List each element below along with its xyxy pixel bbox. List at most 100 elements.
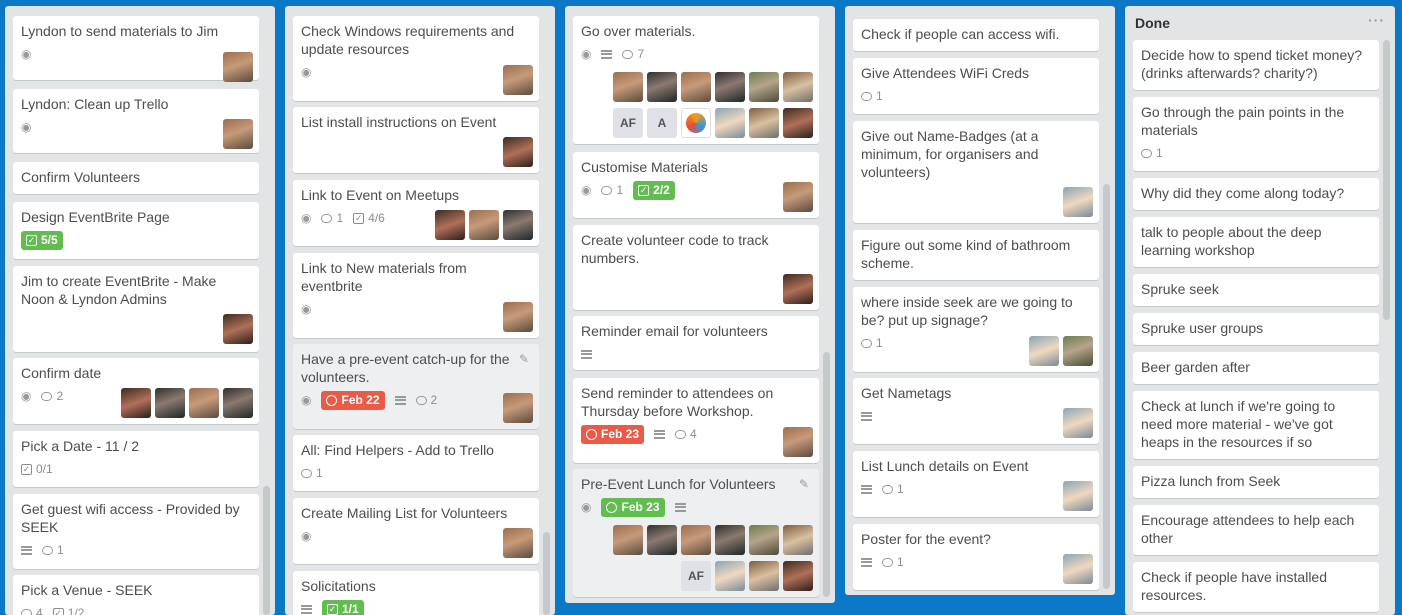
avatar[interactable] [681,72,711,102]
list-menu-icon[interactable]: ··· [1368,12,1385,28]
card-l5-c5[interactable]: Spruke seek [1133,274,1379,306]
avatar[interactable] [121,388,151,418]
avatar[interactable] [715,525,745,555]
card-l4-c5[interactable]: where inside seek are we going to be? pu… [853,287,1099,372]
card-l1-c8[interactable]: Get guest wifi access - Provided by SEEK… [13,494,259,569]
avatar[interactable] [503,137,533,167]
avatar[interactable] [435,210,465,240]
card-l5-c6[interactable]: Spruke user groups [1133,313,1379,345]
card-l5-c3[interactable]: Why did they come along today? [1133,178,1379,210]
card-l5-c9[interactable]: Pizza lunch from Seek [1133,466,1379,498]
card-l1-c9[interactable]: Pick a Venue - SEEK 4 ✓ 1/2 [13,575,259,615]
avatar[interactable] [189,388,219,418]
avatar[interactable] [503,65,533,95]
card-l2-c2[interactable]: List install instructions on Event [293,107,539,173]
edit-pencil-icon[interactable]: ✎ [799,477,809,491]
card-l2-c1[interactable]: Check Windows requirements and update re… [293,16,539,101]
card-l4-c4[interactable]: Figure out some kind of bathroom scheme. [853,230,1099,280]
card-l5-c10[interactable]: Encourage attendees to help each other [1133,505,1379,555]
avatar[interactable] [503,302,533,332]
avatar[interactable] [1063,336,1093,366]
avatar[interactable] [1063,408,1093,438]
card-l3-c4[interactable]: Reminder email for volunteers [573,316,819,370]
avatar[interactable] [223,388,253,418]
card-l4-c8[interactable]: Poster for the event? 1 [853,524,1099,590]
card-l2-c6[interactable]: All: Find Helpers - Add to Trello 1 [293,435,539,491]
card-l5-c11[interactable]: Check if people have installed resources… [1133,562,1379,612]
avatar[interactable] [469,210,499,240]
card-l5-c7[interactable]: Beer garden after [1133,352,1379,384]
avatar[interactable] [715,108,745,138]
avatar[interactable] [783,427,813,457]
avatar[interactable] [503,528,533,558]
card-l3-c1[interactable]: Go over materials. ◉ 7 AF A [573,16,819,144]
list-scrollbar[interactable] [263,486,270,615]
avatar[interactable] [783,108,813,138]
avatar[interactable] [749,525,779,555]
card-l4-c1[interactable]: Check if people can access wifi. [853,19,1099,51]
card-l5-c1[interactable]: Decide how to spend ticket money? (drink… [1133,40,1379,90]
card-l3-c6[interactable]: Pre-Event Lunch for Volunteers ✎ ◉ Feb 2… [573,469,819,597]
avatar[interactable] [647,72,677,102]
avatar[interactable] [223,314,253,344]
avatar-logo[interactable] [681,108,711,138]
card-l1-c2[interactable]: Lyndon: Clean up Trello ◉ [13,89,259,153]
avatar[interactable] [783,561,813,591]
avatar[interactable] [1063,481,1093,511]
card-l5-c8[interactable]: Check at lunch if we're going to need mo… [1133,391,1379,459]
avatar[interactable] [1063,187,1093,217]
card-l2-c3[interactable]: Link to Event on Meetups ◉ 1 ✓ 4/6 [293,180,539,246]
avatar[interactable] [749,108,779,138]
avatar[interactable] [1063,554,1093,584]
card-l3-c3[interactable]: Create volunteer code to track numbers. [573,225,819,310]
avatar[interactable] [749,72,779,102]
avatar[interactable] [223,119,253,149]
avatar[interactable] [503,393,533,423]
avatar[interactable] [715,72,745,102]
list-header[interactable]: Done ··· [1125,6,1395,40]
card-l4-c3[interactable]: Give out Name-Badges (at a minimum, for … [853,121,1099,223]
card-l5-c2[interactable]: Go through the pain points in the materi… [1133,97,1379,171]
card-l2-c5[interactable]: Have a pre-event catch-up for the volunt… [293,344,539,429]
card-l2-c7[interactable]: Create Mailing List for Volunteers ◉ [293,498,539,564]
avatar-initials[interactable]: A [647,108,677,138]
avatar[interactable] [681,525,711,555]
avatar[interactable] [223,52,253,82]
card-l2-c4[interactable]: Link to New materials from eventbrite ◉ [293,253,539,338]
avatar[interactable] [783,274,813,304]
card-l1-c5[interactable]: Jim to create EventBrite - Make Noon & L… [13,266,259,352]
card-l1-c3[interactable]: Confirm Volunteers [13,162,259,194]
avatar[interactable] [613,525,643,555]
description-icon [581,349,592,359]
avatar-initials[interactable]: AF [681,561,711,591]
avatar[interactable] [783,72,813,102]
card-l1-c4[interactable]: Design EventBrite Page ✓ 5/5 [13,202,259,259]
card-l1-c6[interactable]: Confirm date ◉ 2 [13,358,259,424]
card-l2-c8[interactable]: Solicitations ✓ 1/1 [293,571,539,615]
avatar[interactable] [1029,336,1059,366]
card-l4-c6[interactable]: Get Nametags [853,378,1099,444]
card-l4-c2[interactable]: Give Attendees WiFi Creds 1 [853,58,1099,114]
avatar[interactable] [715,561,745,591]
avatar[interactable] [155,388,185,418]
list-scrollbar[interactable] [1383,40,1390,320]
avatar[interactable] [783,182,813,212]
card-l3-c5[interactable]: Send reminder to attendees on Thursday b… [573,378,819,463]
card-l1-c7[interactable]: Pick a Date - 11 / 2 ✓ 0/1 [13,431,259,487]
avatar-initials[interactable]: AF [613,108,643,138]
checklist-icon: ✓ [52,607,64,615]
list-scrollbar[interactable] [823,352,830,597]
list-scrollbar[interactable] [1103,184,1110,589]
card-l1-c1[interactable]: Lyndon to send materials to Jim ◉ [13,16,259,82]
avatar[interactable] [613,72,643,102]
avatar[interactable] [647,525,677,555]
avatar[interactable] [783,525,813,555]
card-l5-c4[interactable]: talk to people about the deep learning w… [1133,217,1379,267]
avatar[interactable] [503,210,533,240]
list-title[interactable]: Done [1135,15,1170,31]
list-scrollbar[interactable] [543,532,550,615]
avatar[interactable] [749,561,779,591]
card-l3-c2[interactable]: Customise Materials ◉ 1 ✓ 2/2 [573,152,819,218]
card-l4-c7[interactable]: List Lunch details on Event 1 [853,451,1099,517]
edit-pencil-icon[interactable]: ✎ [519,352,529,366]
